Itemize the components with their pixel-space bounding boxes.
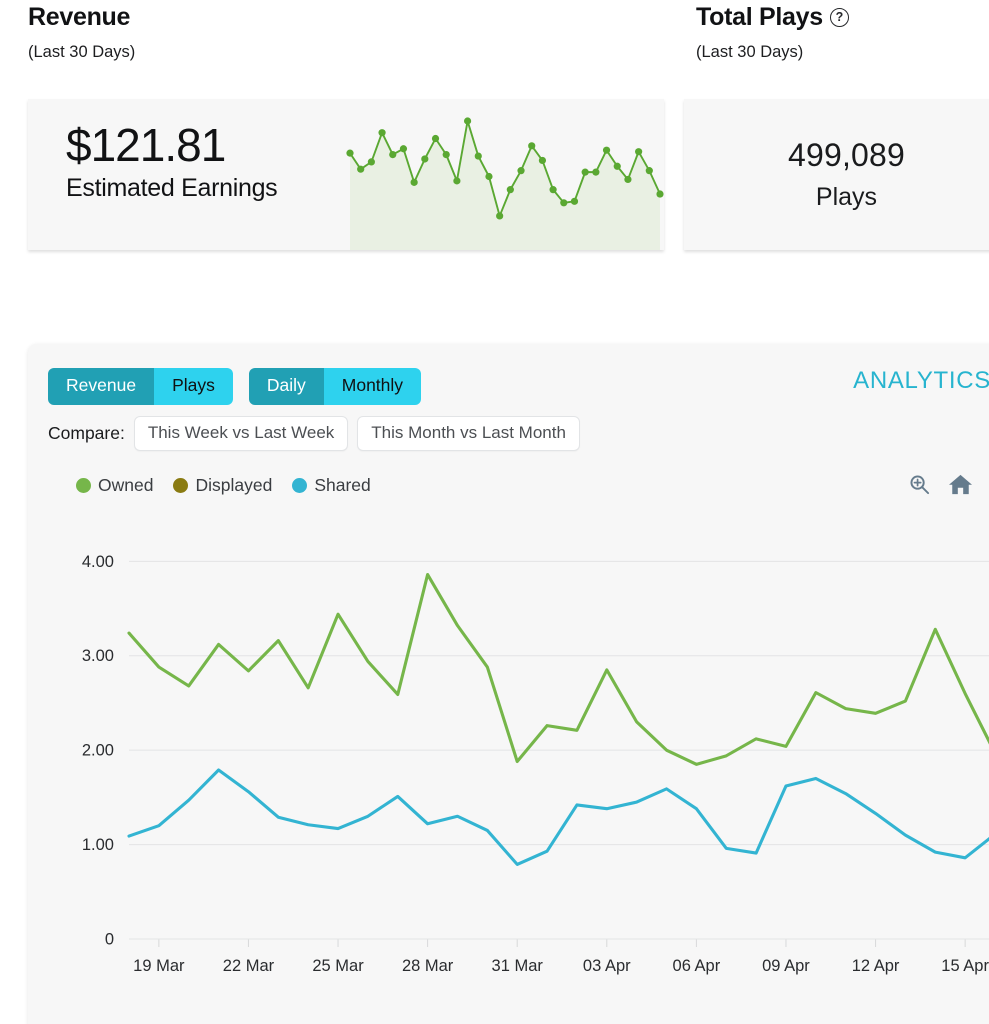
plays-title: Total Plays ? — [696, 3, 849, 32]
revenue-title: Revenue — [28, 3, 135, 32]
legend-dot-owned — [76, 478, 91, 493]
revenue-amount: $121.81 — [66, 119, 226, 171]
svg-text:0: 0 — [105, 931, 114, 949]
plays-card-text: 499,089 Plays — [684, 99, 989, 250]
svg-text:09 Apr: 09 Apr — [762, 957, 810, 975]
plays-card: 499,089 Plays — [684, 99, 989, 250]
legend-dot-displayed — [173, 478, 189, 493]
plays-subtitle: (Last 30 Days) — [696, 42, 804, 61]
revenue-sparkline-svg — [346, 117, 664, 250]
tab-revenue[interactable]: Revenue — [48, 368, 155, 405]
compare-label: Compare: — [48, 423, 125, 443]
plays-metric-header: Total Plays ? (Last 30 Days) — [696, 3, 849, 62]
legend-item-owned[interactable]: Owned — [76, 475, 153, 496]
chart-tools — [908, 473, 973, 496]
plays-unit-label: Plays — [815, 183, 878, 211]
svg-text:06 Apr: 06 Apr — [673, 957, 721, 975]
legend-label-shared: Shared — [314, 475, 371, 495]
revenue-subtitle: (Last 30 Days) — [28, 42, 136, 61]
svg-text:03 Apr: 03 Apr — [583, 957, 631, 975]
tab-daily[interactable]: Daily — [248, 368, 324, 405]
tab-plays[interactable]: Plays — [154, 368, 233, 405]
svg-text:28 Mar: 28 Mar — [402, 957, 454, 975]
zoom-in-icon[interactable] — [908, 473, 931, 496]
help-icon[interactable]: ? — [829, 8, 849, 28]
svg-text:3.00: 3.00 — [82, 647, 114, 665]
svg-text:31 Mar: 31 Mar — [492, 957, 544, 975]
legend-label-displayed: Displayed — [195, 475, 273, 495]
plays-value: 499,089 — [787, 137, 906, 173]
svg-text:4.00: 4.00 — [82, 553, 114, 571]
main-chart[interactable]: 0 1.00 2.00 3.00 4.00 19 Mar 22 Mar 25 Mar 28 Ma… — [28, 519, 989, 1009]
svg-text:2.00: 2.00 — [82, 742, 114, 760]
dashboard-page: Revenue (Last 30 Days) Total Plays ? (La… — [0, 0, 989, 1024]
revenue-amount-label: Estimated Earnings — [66, 174, 278, 203]
compare-month-button[interactable]: This Month vs Last Month — [357, 416, 580, 451]
legend-item-displayed[interactable]: Displayed — [173, 475, 272, 496]
revenue-sparkline — [346, 99, 664, 250]
svg-text:19 Mar: 19 Mar — [133, 957, 185, 975]
revenue-title-text: Revenue — [28, 3, 131, 31]
svg-text:1.00: 1.00 — [82, 836, 114, 854]
interval-toggle-group: Daily Monthly — [248, 368, 422, 405]
metric-toggle-group: Revenue Plays — [48, 368, 233, 405]
plays-title-text: Total Plays — [696, 3, 823, 31]
compare-row: Compare: This Week vs Last Week This Mon… — [48, 416, 580, 451]
home-icon[interactable] — [948, 473, 973, 496]
analytics-corner-label: ANALYTICS — [853, 367, 989, 394]
toggle-row: Revenue Plays Daily Monthly — [48, 368, 422, 405]
chart-legend: Owned Displayed Shared — [76, 475, 371, 496]
revenue-card-text: $121.81 Estimated Earnings — [66, 119, 278, 203]
svg-text:12 Apr: 12 Apr — [852, 957, 900, 975]
revenue-card: $121.81 Estimated Earnings — [28, 99, 664, 250]
tab-monthly[interactable]: Monthly — [323, 368, 422, 405]
svg-text:25 Mar: 25 Mar — [312, 957, 364, 975]
revenue-metric-header: Revenue (Last 30 Days) — [28, 3, 136, 62]
legend-dot-shared — [292, 478, 308, 493]
legend-label-owned: Owned — [98, 475, 154, 495]
main-chart-svg: 0 1.00 2.00 3.00 4.00 19 Mar 22 Mar 25 Mar 28 Ma… — [82, 553, 989, 975]
analytics-panel: Revenue Plays Daily Monthly ANALYTICS Co… — [28, 344, 989, 1024]
svg-text:22 Mar: 22 Mar — [223, 957, 275, 975]
svg-text:15 Apr: 15 Apr — [941, 957, 989, 975]
compare-week-button[interactable]: This Week vs Last Week — [133, 416, 349, 451]
legend-item-shared[interactable]: Shared — [292, 475, 371, 496]
